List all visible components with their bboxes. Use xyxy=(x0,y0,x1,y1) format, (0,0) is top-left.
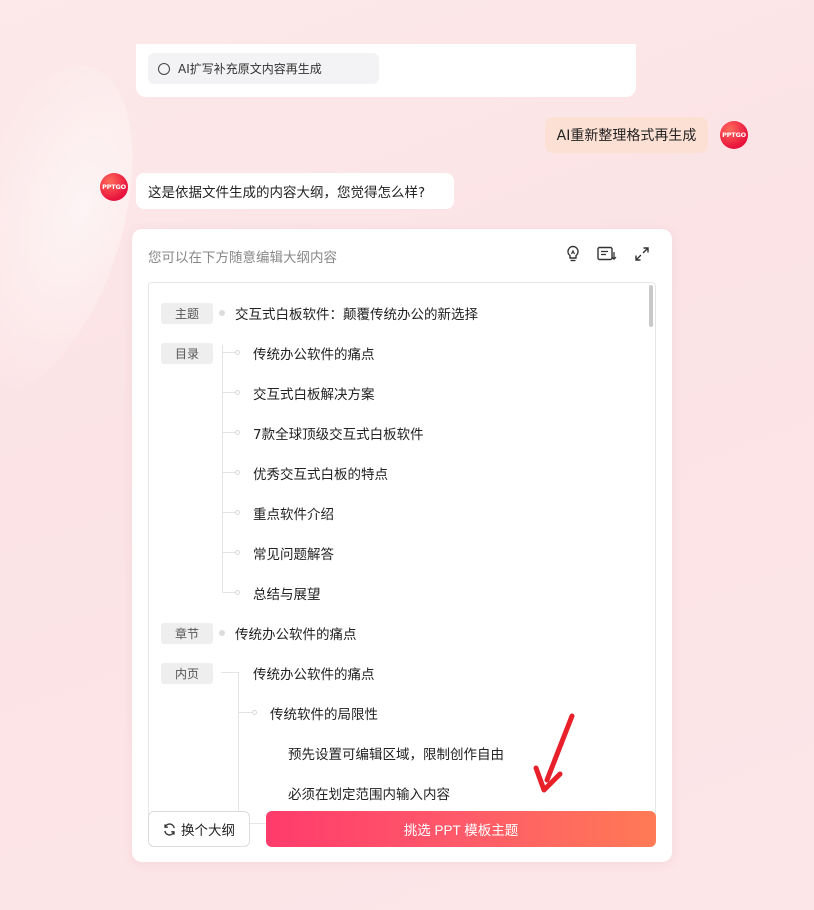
tree-connector xyxy=(222,432,236,433)
tree-dot xyxy=(219,310,225,316)
toc-item[interactable]: 优秀交互式白板的特点 xyxy=(253,463,388,483)
tag-chapter: 章节 xyxy=(161,623,213,644)
tree-node xyxy=(235,550,240,555)
bullet-item[interactable]: 预先设置可编辑区域，限制创作自由 xyxy=(288,743,504,763)
tree-node xyxy=(235,470,240,475)
toc-item[interactable]: 交互式白板解决方案 xyxy=(253,383,375,403)
tag-theme: 主题 xyxy=(161,303,213,324)
tree-connector xyxy=(222,592,236,593)
expand-icon[interactable] xyxy=(631,243,653,265)
tree-node xyxy=(235,350,240,355)
user-message-text: AI重新整理格式再生成 xyxy=(556,128,697,144)
lightbulb-icon[interactable] xyxy=(562,243,584,265)
tree-connector xyxy=(222,552,236,553)
scrollbar[interactable] xyxy=(649,285,653,327)
previous-options-card: AI扩写补充原文内容再生成 xyxy=(136,44,636,97)
bot-message-bubble: 这是依据文件生成的内容大纲，您觉得怎么样? xyxy=(136,173,454,209)
radio-button[interactable] xyxy=(158,62,170,75)
red-arrow-annotation xyxy=(533,713,575,793)
tree-connector xyxy=(221,672,239,673)
toc-item[interactable]: 7款全球顶级交互式白板软件 xyxy=(253,423,424,443)
chapter-title[interactable]: 传统办公软件的痛点 xyxy=(235,623,357,643)
option-label: AI扩写补充原文内容再生成 xyxy=(178,62,322,76)
tree-connector xyxy=(222,345,223,593)
bullet-item[interactable]: 必须在划定范围内输入内容 xyxy=(288,783,450,803)
tree-node xyxy=(252,710,257,715)
toc-item[interactable]: 重点软件介绍 xyxy=(253,503,334,523)
bot-message-text: 这是依据文件生成的内容大纲，您觉得怎么样? xyxy=(148,185,426,201)
toc-item[interactable]: 总结与展望 xyxy=(253,583,321,603)
tree-connector xyxy=(238,672,239,823)
avatar-logo-text: PPTGO xyxy=(722,131,746,139)
tree-connector xyxy=(222,392,236,393)
change-outline-button[interactable]: 换个大纲 xyxy=(148,811,250,847)
tag-inner: 内页 xyxy=(161,663,213,684)
inner-title[interactable]: 传统办公软件的痛点 xyxy=(253,663,375,683)
list-download-icon[interactable] xyxy=(596,243,618,265)
sub-title[interactable]: 传统软件的局限性 xyxy=(270,703,378,723)
toc-item[interactable]: 传统办公软件的痛点 xyxy=(253,343,375,363)
editor-hint: 您可以在下方随意编辑大纲内容 xyxy=(148,250,337,266)
change-outline-label: 换个大纲 xyxy=(181,823,235,838)
user-avatar: PPTGO xyxy=(720,121,748,149)
theme-title[interactable]: 交互式白板软件：颠覆传统办公的新选择 xyxy=(235,303,478,323)
toc-item[interactable]: 常见问题解答 xyxy=(253,543,334,563)
refresh-icon xyxy=(164,822,175,836)
outline-editor-card: 您可以在下方随意编辑大纲内容 主题 交互式白板软件：颠覆传统办公的新选择 目录 … xyxy=(132,229,672,862)
bot-avatar: PPTGO xyxy=(100,173,128,201)
pick-template-button[interactable]: 挑选 PPT 模板主题 xyxy=(266,811,656,847)
tree-connector xyxy=(222,512,236,513)
tree-node xyxy=(235,390,240,395)
tag-toc: 目录 xyxy=(161,343,213,364)
tree-node xyxy=(235,430,240,435)
user-message-bubble: AI重新整理格式再生成 xyxy=(545,117,708,153)
pick-template-label: 挑选 PPT 模板主题 xyxy=(403,823,519,838)
tree-node xyxy=(235,510,240,515)
tree-dot xyxy=(219,630,225,636)
tree-connector xyxy=(222,352,236,353)
tree-connector xyxy=(222,472,236,473)
regenerate-option-expand[interactable]: AI扩写补充原文内容再生成 xyxy=(148,53,379,84)
avatar-logo-text: PPTGO xyxy=(102,183,126,191)
tree-node xyxy=(235,590,240,595)
